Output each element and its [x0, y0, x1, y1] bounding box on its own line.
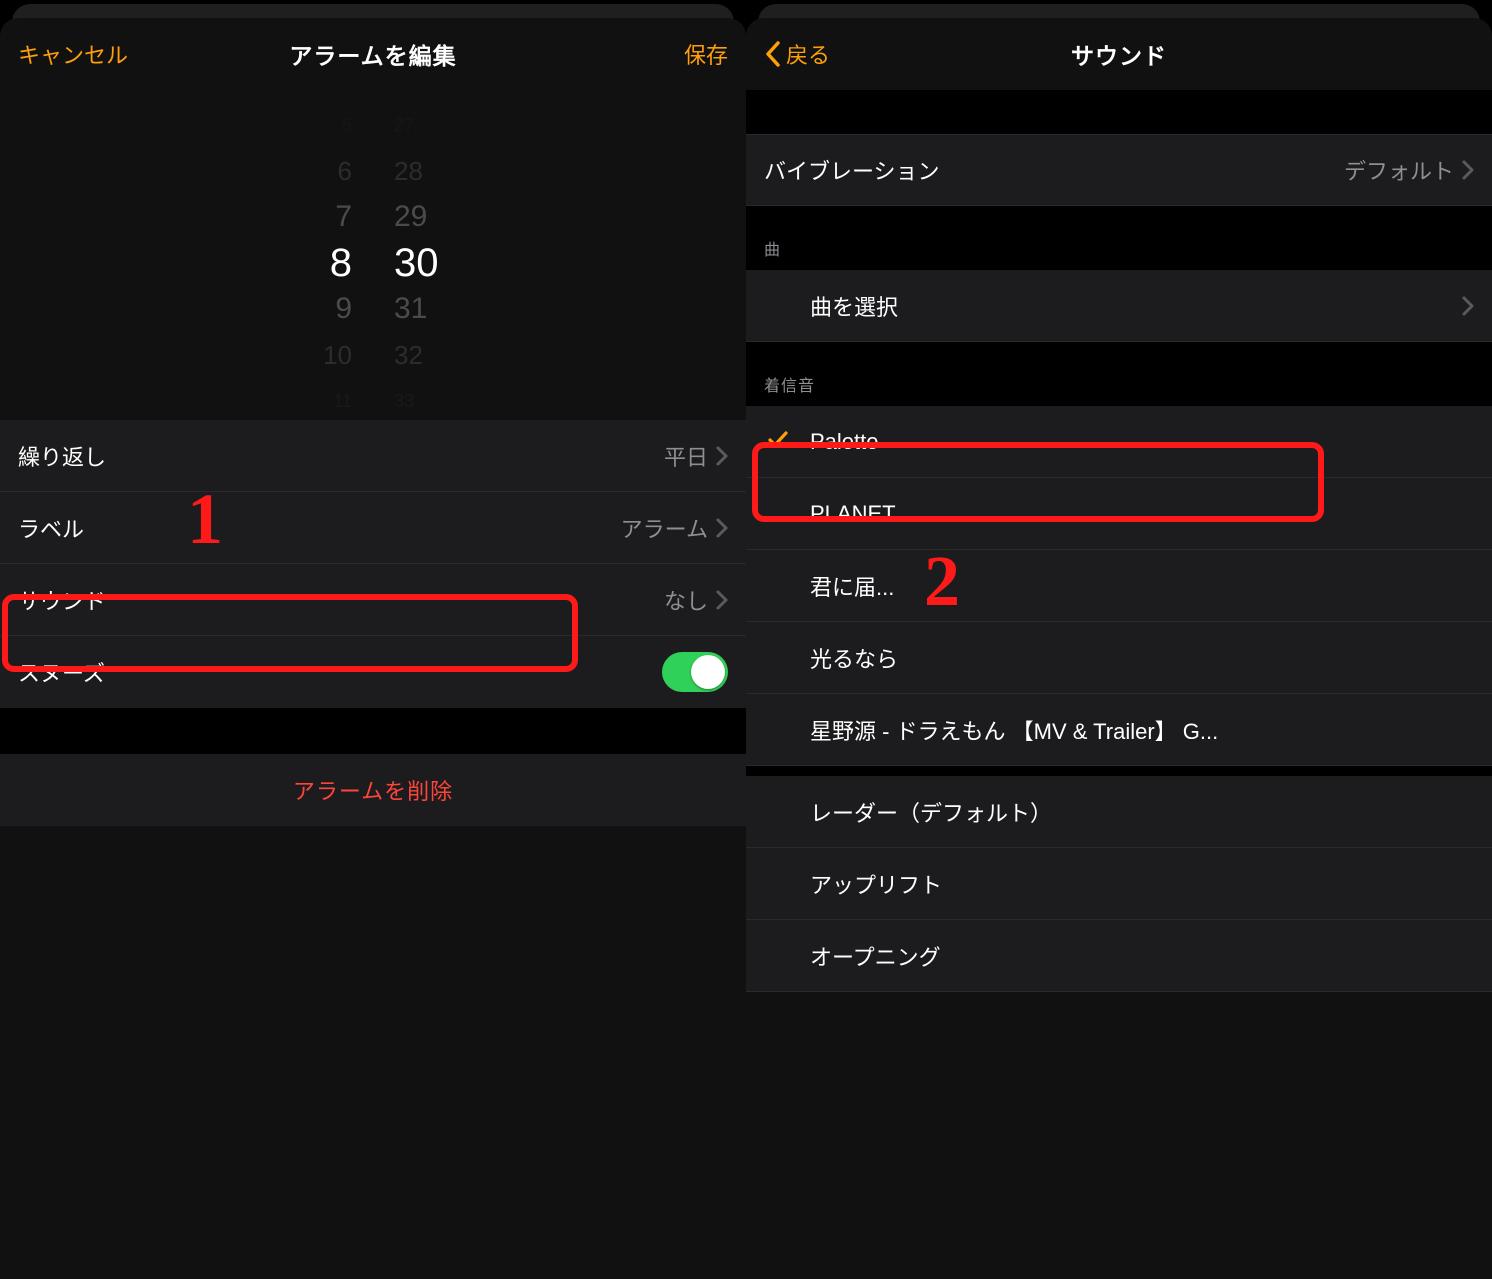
- wheel-value[interactable]: 32: [388, 332, 468, 378]
- chevron-right-icon: [1462, 296, 1474, 316]
- pick-song-label: 曲を選択: [810, 290, 1454, 322]
- ringtone-name: レーダー（デフォルト）: [810, 796, 1474, 828]
- ringtone-row[interactable]: Palette: [746, 406, 1492, 478]
- ringtone-section-header: 着信音: [746, 342, 1492, 406]
- vibration-label: バイブレーション: [764, 154, 1344, 186]
- time-picker[interactable]: 567891011 27282930313233: [0, 90, 746, 420]
- wheel-value[interactable]: 8: [278, 240, 358, 286]
- ringtone-row[interactable]: オープニング: [746, 920, 1492, 992]
- sound-value-text: なし: [664, 584, 708, 616]
- wheel-value[interactable]: 7: [278, 194, 358, 240]
- ringtone-name: 光るなら: [810, 642, 1474, 674]
- ringtone-name: 君に届...: [810, 570, 1474, 602]
- ringtone-row[interactable]: PLANET: [746, 478, 1492, 550]
- nav-bar: キャンセル アラームを編集 保存: [0, 18, 746, 90]
- snooze-row: スヌーズ: [0, 636, 746, 708]
- edit-alarm-pane: キャンセル アラームを編集 保存 567891011 2728293031323…: [0, 0, 746, 1279]
- ringtone-name: オープニング: [810, 940, 1474, 972]
- chevron-right-icon: [716, 590, 728, 610]
- sound-row[interactable]: サウンド なし: [0, 564, 746, 636]
- ringtone-name: Palette: [810, 429, 1474, 455]
- wheel-value[interactable]: 9: [278, 286, 358, 332]
- pick-song-row[interactable]: 曲を選択: [746, 270, 1492, 342]
- snooze-toggle[interactable]: [662, 652, 728, 692]
- vibration-value: デフォルト: [1344, 154, 1474, 186]
- chevron-left-icon: [764, 40, 782, 68]
- ringtone-row[interactable]: レーダー（デフォルト）: [746, 776, 1492, 848]
- repeat-value: 平日: [664, 440, 728, 472]
- back-text: 戻る: [786, 38, 830, 70]
- back-button[interactable]: 戻る: [764, 38, 830, 70]
- wheel-value[interactable]: 10: [278, 332, 358, 378]
- hour-wheel[interactable]: 567891011: [278, 100, 358, 420]
- minute-wheel[interactable]: 27282930313233: [388, 100, 468, 420]
- edit-alarm-sheet: キャンセル アラームを編集 保存 567891011 2728293031323…: [0, 18, 746, 1279]
- ringtone-name: 星野源 - ドラえもん 【MV & Trailer】 G...: [810, 714, 1474, 746]
- label-value-text: アラーム: [621, 512, 708, 544]
- nav-bar: 戻る サウンド: [746, 18, 1492, 90]
- snooze-label: スヌーズ: [18, 656, 105, 688]
- label-row[interactable]: ラベル アラーム: [0, 492, 746, 564]
- wheel-value[interactable]: 11: [278, 378, 358, 424]
- wheel-value[interactable]: 28: [388, 148, 468, 194]
- sound-sheet: 戻る サウンド バイブレーション デフォルト 曲 曲を選択 着信音 Palett…: [746, 18, 1492, 1279]
- save-button[interactable]: 保存: [684, 38, 728, 70]
- wheel-value[interactable]: 30: [388, 240, 468, 286]
- ringtone-row[interactable]: 星野源 - ドラえもん 【MV & Trailer】 G...: [746, 694, 1492, 766]
- cancel-button[interactable]: キャンセル: [18, 38, 128, 70]
- ringtone-name: アップリフト: [810, 868, 1474, 900]
- checkmark-icon: [746, 427, 810, 457]
- wheel-value[interactable]: 31: [388, 286, 468, 332]
- wheel-value[interactable]: 5: [278, 102, 358, 148]
- delete-alarm-button[interactable]: アラームを削除: [0, 754, 746, 826]
- repeat-row[interactable]: 繰り返し 平日: [0, 420, 746, 492]
- list-gap: [746, 766, 1492, 776]
- chevron-right-icon: [1462, 160, 1474, 180]
- ringtone-name: PLANET: [810, 501, 1474, 527]
- sound-value: なし: [664, 584, 728, 616]
- spacer: [0, 708, 746, 754]
- options-group: 繰り返し 平日 ラベル アラーム サウンド なし: [0, 420, 746, 708]
- repeat-label: 繰り返し: [18, 440, 106, 472]
- ringtone-list: Palette PLANET 君に届... 光るなら星野源 - ドラえもん 【MV &…: [746, 406, 1492, 992]
- wheel-value[interactable]: 6: [278, 148, 358, 194]
- label-value: アラーム: [621, 512, 728, 544]
- ringtone-row[interactable]: 光るなら: [746, 622, 1492, 694]
- song-section-header: 曲: [746, 206, 1492, 270]
- toggle-knob: [691, 655, 725, 689]
- repeat-value-text: 平日: [664, 440, 708, 472]
- vibration-value-text: デフォルト: [1344, 154, 1454, 186]
- vibration-row[interactable]: バイブレーション デフォルト: [746, 134, 1492, 206]
- ringtone-row[interactable]: アップリフト: [746, 848, 1492, 920]
- ringtone-row[interactable]: 君に届...: [746, 550, 1492, 622]
- sound-label: サウンド: [18, 584, 106, 616]
- wheel-value[interactable]: 27: [388, 102, 468, 148]
- label-label: ラベル: [18, 512, 84, 544]
- wheel-value[interactable]: 29: [388, 194, 468, 240]
- page-title: サウンド: [746, 37, 1492, 71]
- chevron-right-icon: [716, 446, 728, 466]
- chevron-right-icon: [716, 518, 728, 538]
- wheel-value[interactable]: 33: [388, 378, 468, 424]
- sound-pane: 戻る サウンド バイブレーション デフォルト 曲 曲を選択 着信音 Palett…: [746, 0, 1492, 1279]
